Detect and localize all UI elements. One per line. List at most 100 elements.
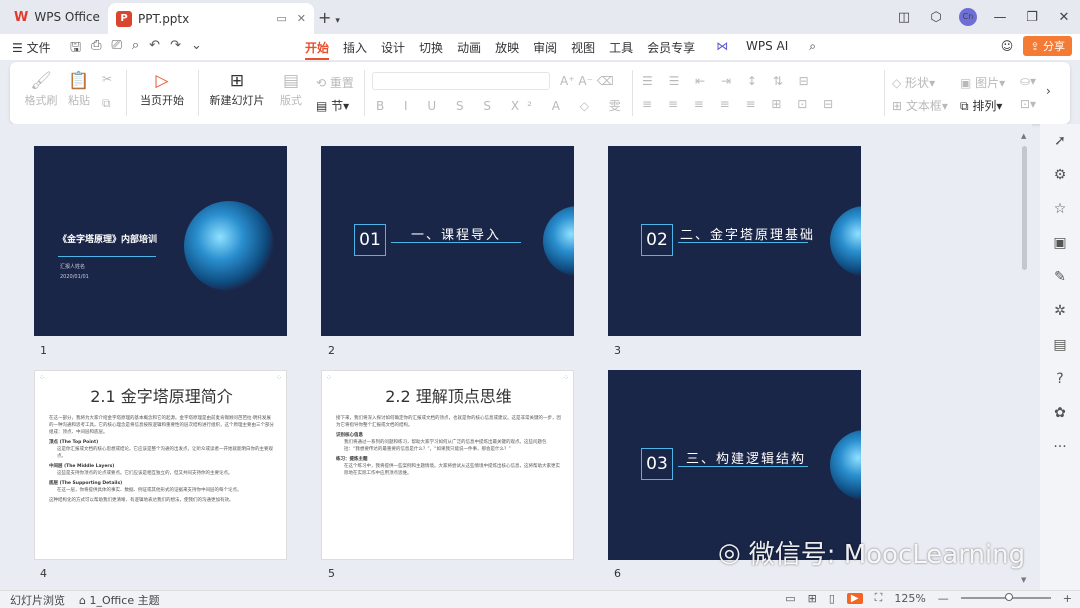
slide-thumbnail-1[interactable]: 《金字塔原理》内部培训 汇报人姓名 2020/01/01	[34, 146, 287, 336]
status-left: 幻灯片浏览 ⌂ 1_Office 主题	[10, 592, 160, 608]
help-icon[interactable]: ?	[1040, 362, 1080, 396]
star-icon[interactable]: ☆	[1040, 192, 1080, 226]
tab-design[interactable]: 设计	[381, 39, 405, 60]
edit-icon[interactable]: ✎	[1040, 260, 1080, 294]
chevron-down-icon[interactable]: ▾	[335, 16, 340, 26]
export-icon[interactable]: ⎙	[91, 38, 101, 60]
comment-icon[interactable]: ☺	[1001, 39, 1014, 53]
outline-icon[interactable]: ⊡▾	[1020, 97, 1036, 111]
wps-ai-label: WPS AI	[745, 39, 789, 53]
cube-icon[interactable]: ⬡	[920, 10, 952, 25]
redo-icon[interactable]: ↷	[170, 38, 181, 60]
tab-animations[interactable]: 动画	[457, 39, 481, 60]
slide-thumbnail-6[interactable]: 03 三、构建逻辑结构	[608, 370, 861, 560]
new-slide-icon: ⊞	[229, 71, 245, 91]
window-icon[interactable]: ▭	[276, 12, 286, 25]
shape-button[interactable]: ◇ 形状▾	[892, 74, 935, 91]
arrange-button[interactable]: ⧉ 排列▾	[960, 97, 1002, 114]
slide-thumbnail-2[interactable]: 01 一、课程导入	[321, 146, 574, 336]
cut-icon[interactable]: ✂	[102, 72, 112, 86]
font-size-icons[interactable]: A⁺ A⁻ ⌫	[560, 74, 614, 88]
comment-bubble-icon[interactable]: ▣	[1040, 226, 1080, 260]
slide-thumbnail-4[interactable]: ⁘ ⁘ 2.1 金字塔原理简介 在这一部分，我将为大家介绍金字塔原理的基本概念和…	[34, 370, 287, 560]
tab-wps-ai[interactable]: ⋈ WPS AI	[709, 39, 795, 60]
ppt-file-icon: P	[116, 10, 132, 27]
slideshow-play-button[interactable]: ▶	[846, 592, 863, 604]
paste-button[interactable]: 📋 粘贴	[62, 70, 96, 108]
close-window-icon[interactable]: ✕	[1048, 10, 1080, 25]
picture-button[interactable]: ▣ 图片▾	[960, 74, 1005, 91]
zoom-slider[interactable]	[960, 593, 1051, 601]
home-tab[interactable]: W WPS Office	[6, 5, 108, 29]
reading-view-icon[interactable]: ▯	[829, 592, 835, 605]
zoom-out-icon[interactable]: —	[938, 592, 949, 605]
scroll-up-icon[interactable]: ▲	[1021, 132, 1026, 140]
arrow-pointer-icon[interactable]: ➚	[1040, 124, 1080, 158]
sorter-view-icon[interactable]: ⊞	[808, 592, 817, 605]
share-button[interactable]: ⇪ 分享	[1023, 36, 1072, 56]
body-line: 在这一层，你将提供具体的事实、数据、例证或其他形式的证据来支持你中间层的每个论点…	[57, 488, 242, 493]
textbox-button[interactable]: ⊞ 文本框▾	[892, 97, 948, 114]
fit-window-icon[interactable]: ⛶	[875, 591, 883, 605]
list-icons[interactable]: ☰ ☰ ⇤ ⇥ ↕ ⇅ ⊟	[642, 74, 815, 88]
avatar[interactable]: Cn	[959, 8, 977, 26]
tab-transitions[interactable]: 切换	[419, 39, 443, 60]
print-preview-icon[interactable]: ⌕	[132, 38, 139, 60]
tab-view[interactable]: 视图	[571, 39, 595, 60]
new-tab-button[interactable]: + ▾	[318, 8, 340, 27]
zoom-in-icon[interactable]: +	[1063, 592, 1072, 605]
fill-icon[interactable]: ⛀▾	[1020, 74, 1036, 88]
section-button[interactable]: ▤ 节▾	[316, 97, 349, 114]
slide-thumbnail-3[interactable]: 02 二、金字塔原理基础	[608, 146, 861, 336]
zoom-slider-handle[interactable]	[1004, 593, 1013, 601]
body-heading: 练习：提炼主题	[336, 457, 368, 462]
start-from-current-button[interactable]: ▷ 当页开始	[134, 70, 190, 108]
document-tab[interactable]: P PPT.pptx ▭ ✕	[108, 3, 314, 34]
status-right: ▭ ⊞ ▯ ▶ ⛶ 125% — +	[785, 591, 1072, 605]
slide-reporter: 汇报人姓名	[60, 264, 86, 270]
text-format-icons[interactable]: B I U S S X² A ◇ 雯	[376, 97, 629, 114]
save-icon[interactable]: 🖫	[70, 38, 81, 60]
slide-thumbnail-5[interactable]: ⁘ ⁘ 2.2 理解顶点思维 接下来，我们将深入探讨如何确定你的汇报或文档的顶点…	[321, 370, 574, 560]
title-bar: W WPS Office P PPT.pptx ▭ ✕ + ▾ ◫ ⬡ Cn — …	[0, 0, 1080, 34]
layout-button[interactable]: ▤ 版式	[274, 70, 308, 108]
print-icon[interactable]: ⎚	[111, 38, 121, 60]
reset-button[interactable]: ⟲ 重置	[316, 74, 354, 91]
gift-icon[interactable]: ✿	[1040, 396, 1080, 430]
tools-icon[interactable]: ✲	[1040, 294, 1080, 328]
vertical-scrollbar[interactable]: ▲ ▼	[1021, 132, 1029, 584]
copy-icon[interactable]: ⧉	[102, 96, 111, 111]
tab-tools[interactable]: 工具	[609, 39, 633, 60]
more-chevron-icon[interactable]: ⌄	[191, 38, 202, 60]
file-menu[interactable]: ☰ 文件	[12, 39, 51, 56]
ribbon-next-icon[interactable]: ›	[1046, 84, 1051, 98]
body-heading: 顶点 (The Top Point)	[49, 440, 99, 445]
book-icon[interactable]: ▤	[1040, 328, 1080, 362]
body-heading: 识别核心信息	[336, 433, 363, 438]
more-icon[interactable]: ···	[1040, 430, 1080, 464]
zoom-level[interactable]: 125%	[894, 592, 925, 605]
tab-member[interactable]: 会员专享	[647, 39, 695, 60]
slide-number: 2	[328, 344, 335, 357]
font-family-select[interactable]	[372, 72, 550, 90]
format-painter-button[interactable]: 🖌 格式刷	[24, 70, 58, 108]
restore-icon[interactable]: ❐	[1016, 10, 1048, 25]
search-icon[interactable]: ⌕	[809, 39, 816, 60]
globe-image	[830, 430, 861, 500]
tab-slideshow[interactable]: 放映	[495, 39, 519, 60]
close-tab-icon[interactable]: ✕	[297, 12, 306, 25]
tab-home[interactable]: 开始	[305, 39, 330, 60]
normal-view-icon[interactable]: ▭	[785, 592, 795, 605]
tab-review[interactable]: 审阅	[533, 39, 557, 60]
align-icons[interactable]: ≡ ≡ ≡ ≡ ≡ ⊞ ⊡ ⊟	[642, 97, 839, 111]
scroll-down-icon[interactable]: ▼	[1021, 576, 1026, 584]
tab-insert[interactable]: 插入	[343, 39, 367, 60]
theme-button[interactable]: ⌂ 1_Office 主题	[79, 592, 160, 608]
sidebar-layout-icon[interactable]: ◫	[888, 10, 920, 25]
scrollbar-thumb[interactable]	[1022, 146, 1027, 270]
minimize-icon[interactable]: —	[984, 10, 1016, 25]
arrange-label: 排列	[972, 99, 997, 113]
new-slide-button[interactable]: ⊞ 新建幻灯片	[206, 70, 268, 108]
undo-icon[interactable]: ↶	[149, 38, 160, 60]
adjust-icon[interactable]: ⚙	[1040, 158, 1080, 192]
